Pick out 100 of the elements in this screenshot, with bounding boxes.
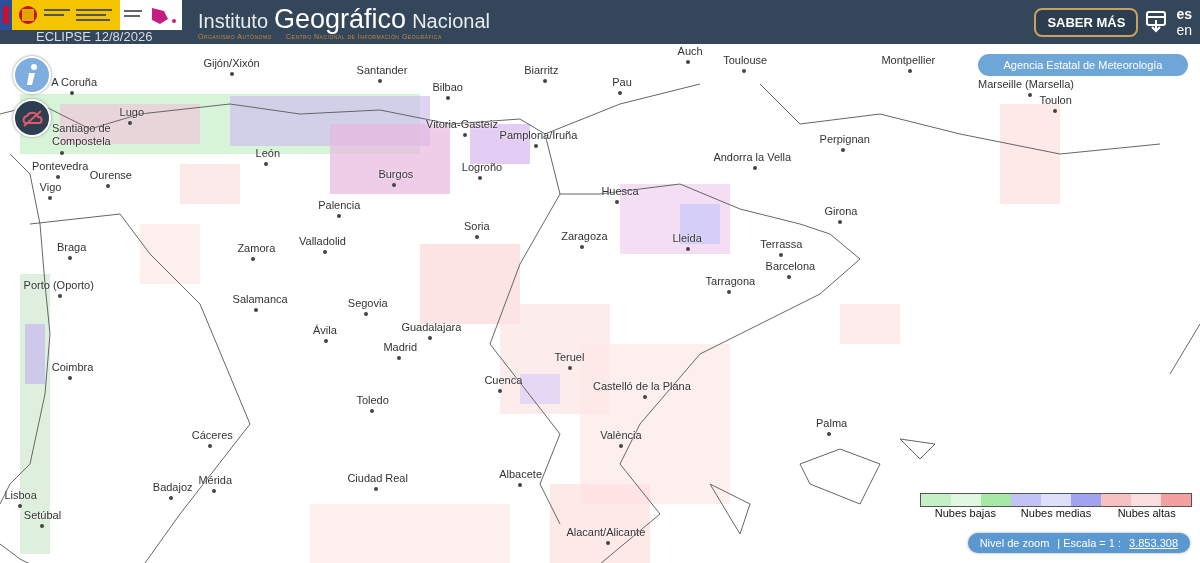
city-dot [498, 389, 502, 393]
city-dot [838, 220, 842, 224]
place-label: Albacete [499, 468, 542, 481]
city-dot [686, 247, 690, 251]
place-label: Perpignan [819, 133, 870, 146]
place-label: Salamanca [232, 293, 288, 306]
place-label: Burgos [378, 168, 414, 181]
place-label: Badajoz [152, 481, 193, 494]
city-dot [264, 162, 268, 166]
city-dot [324, 339, 328, 343]
city-dot [397, 356, 401, 360]
city-dot [779, 253, 783, 257]
place-label: Zamora [237, 242, 276, 255]
place-label: Marseille (Marsella) [978, 78, 1074, 91]
city-dot [230, 72, 234, 76]
place-label: Santander [356, 64, 408, 77]
place-label: Castelló de la Plana [593, 380, 691, 393]
city-dot [208, 444, 212, 448]
place-label: Toledo [356, 394, 389, 407]
place-label: Braga [57, 241, 87, 254]
place-label: Palma [816, 417, 848, 430]
place-label: Teruel [554, 351, 585, 364]
place-label: Cuenca [484, 374, 523, 387]
place-label: Mérida [198, 474, 232, 487]
place-label: Toulon [1039, 94, 1072, 107]
city-dot [580, 245, 584, 249]
city-dot [827, 432, 831, 436]
city-dot [56, 175, 60, 179]
place-label: Palencia [318, 199, 361, 212]
download-icon[interactable] [1146, 11, 1167, 33]
place-label: A Coruña [51, 76, 98, 89]
place-label: Andorra la Vella [713, 151, 792, 164]
city-dot [392, 183, 396, 187]
city-dot [727, 290, 731, 294]
place-label: Madrid [383, 341, 417, 354]
site-title: Nacional [412, 10, 490, 33]
legend-label: Nubes medias [1019, 507, 1093, 519]
place-label: València [600, 429, 642, 442]
city-dot [475, 235, 479, 239]
place-label: Barcelona [765, 260, 816, 273]
place-label: Coimbra [51, 361, 94, 374]
city-dot [323, 250, 327, 254]
city-dot [48, 196, 52, 200]
legend-label: Nubes bajas [933, 507, 997, 519]
city-dot [478, 176, 482, 180]
city-dot [60, 151, 64, 155]
city-dot [337, 214, 341, 218]
saber-mas-button[interactable]: SABER MÁS [1034, 7, 1139, 37]
city-dot [606, 541, 610, 545]
city-dot [619, 444, 623, 448]
city-dot [446, 96, 450, 100]
city-dot [212, 489, 216, 493]
legend-label: Nubes altas [1116, 507, 1177, 519]
info-icon [24, 63, 40, 87]
city-dot [618, 91, 622, 95]
city-dot [518, 483, 522, 487]
city-dot [1028, 93, 1032, 97]
city-dot [742, 69, 746, 73]
place-label: Bilbao [432, 81, 463, 94]
city-dot [1053, 109, 1057, 113]
city-dot [18, 504, 22, 508]
city-dot [378, 79, 382, 83]
language-link[interactable]: en [1176, 22, 1192, 38]
city-dot [374, 487, 378, 491]
place-label: Pamplona/Iruña [499, 129, 578, 142]
place-label: Pau [612, 76, 632, 89]
city-dot [128, 121, 132, 125]
place-label: Huesca [601, 185, 639, 198]
place-label: Porto (Oporto) [23, 279, 94, 292]
place-label: Setúbal [23, 509, 62, 522]
city-dot [106, 184, 110, 188]
place-label: Pontevedra [32, 160, 89, 173]
city-dot [463, 133, 467, 137]
site-title: Instituto [198, 10, 269, 33]
city-dot [428, 336, 432, 340]
city-dot [908, 69, 912, 73]
place-label: Soria [464, 220, 490, 233]
city-dot [254, 308, 258, 312]
place-label: Santiago de Compostela [52, 122, 111, 148]
city-dot [251, 257, 255, 261]
place-label: Ciudad Real [347, 472, 408, 485]
place-label: Ourense [89, 169, 132, 182]
place-label: Alacant/Alicante [566, 526, 646, 539]
city-dot [686, 60, 690, 64]
place-label: Lugo [119, 106, 145, 119]
place-label: Cáceres [191, 429, 233, 442]
eclipse-date-label: ECLIPSE 12/8/2026 [36, 29, 153, 44]
place-label: Vitoria-Gasteiz [426, 118, 498, 131]
city-dot [370, 409, 374, 413]
language-link[interactable]: es [1176, 6, 1192, 22]
place-label: Segovia [347, 297, 388, 310]
place-label: Zaragoza [561, 230, 608, 243]
place-label: Vigo [39, 181, 62, 194]
city-dot [40, 524, 44, 528]
city-dot [58, 294, 62, 298]
cloud-layer-button[interactable] [13, 99, 51, 137]
place-label: Lisboa [4, 489, 37, 502]
zoom-level-label: Nivel de zoom [979, 537, 1050, 549]
place-label: Girona [824, 205, 858, 218]
city-dot [70, 91, 74, 95]
